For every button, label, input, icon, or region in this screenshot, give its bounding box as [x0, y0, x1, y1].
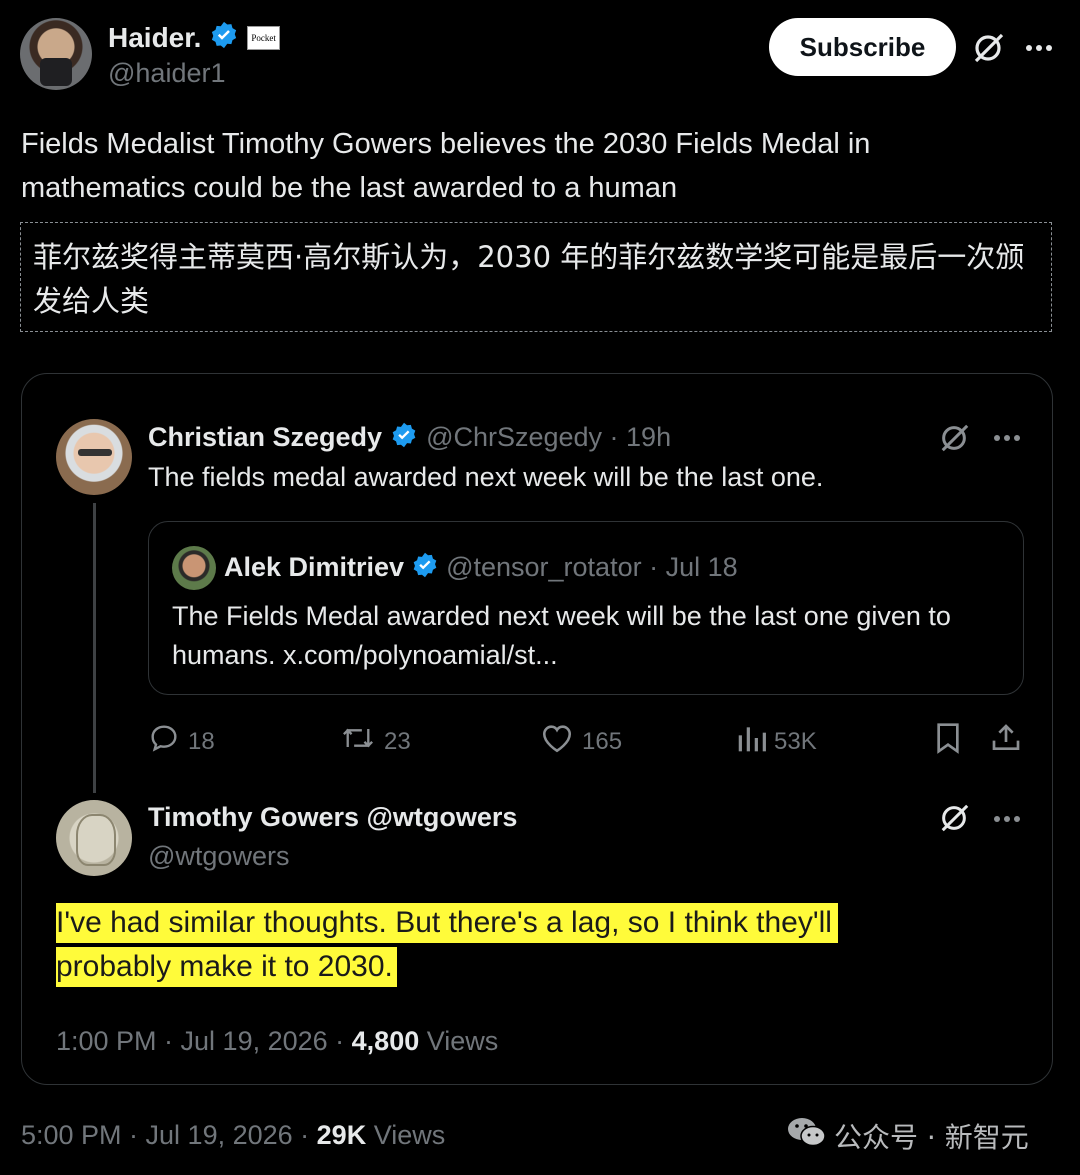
subscribe-button[interactable]: Subscribe [769, 18, 956, 76]
christian-avatar[interactable] [56, 419, 132, 495]
pocket-badge: Pocket [247, 25, 280, 50]
author-avatar[interactable] [20, 18, 92, 90]
gowers-avatar[interactable] [56, 800, 132, 876]
reply-icon [148, 722, 180, 761]
post-views-count: 29K [316, 1120, 367, 1150]
post-timestamp[interactable]: 5:00 PM · Jul 19, 2026 · [21, 1120, 317, 1150]
views-button[interactable]: 53K [736, 722, 817, 761]
gowers-timestamp[interactable]: 1:00 PM · Jul 19, 2026 · [56, 1026, 352, 1056]
alek-handle-time[interactable]: @tensor_rotator · Jul 18 [446, 552, 738, 583]
christian-tweet-text: The fields medal awarded next week will … [148, 462, 824, 492]
alek-tweet-text: The Fields Medal awarded next week will … [172, 601, 951, 670]
grok-icon[interactable] [938, 422, 970, 454]
translated-text: 菲尔兹奖得主蒂莫西·高尔斯认为，2030 年的菲尔兹数学奖可能是最后一次颁发给人… [33, 240, 1025, 318]
verified-badge-icon [390, 421, 418, 454]
reply-count: 18 [188, 727, 215, 755]
gowers-name[interactable]: Timothy Gowers @wtgowers [148, 802, 517, 833]
gowers-tweet-line2: probably make it to 2030. [56, 947, 397, 987]
author-name[interactable]: Haider. [108, 22, 201, 54]
alek-name[interactable]: Alek Dimitriev [224, 552, 404, 583]
like-count: 165 [582, 727, 623, 755]
christian-name[interactable]: Christian Szegedy [148, 422, 382, 453]
watermark-text: 公众号 · 新智元 [834, 1121, 1029, 1154]
subscribe-label: Subscribe [799, 31, 926, 62]
share-icon[interactable] [990, 722, 1022, 754]
heart-icon [540, 722, 574, 761]
reply-button[interactable]: 18 [148, 722, 215, 761]
repost-icon [340, 722, 376, 761]
more-options-icon[interactable] [993, 434, 1021, 442]
christian-handle-time[interactable]: @ChrSzegedy · 19h [426, 422, 671, 453]
alek-avatar[interactable] [172, 546, 216, 590]
like-button[interactable]: 165 [540, 722, 622, 761]
repost-count: 23 [384, 727, 411, 755]
analytics-icon [736, 722, 766, 761]
more-options-icon[interactable] [993, 815, 1021, 823]
gowers-views-count: 4,800 [351, 1026, 420, 1056]
verified-badge-icon [209, 20, 239, 55]
author-handle[interactable]: @haider1 [108, 58, 225, 89]
repost-button[interactable]: 23 [340, 722, 411, 761]
thread-line [93, 503, 96, 793]
grok-icon[interactable] [971, 31, 1005, 65]
gowers-views-label: Views [419, 1026, 499, 1056]
wechat-icon [786, 1114, 828, 1155]
gowers-tweet-line1: I've had similar thoughts. But there's a… [56, 903, 838, 943]
verified-badge-icon [411, 551, 439, 584]
post-text: Fields Medalist Timothy Gowers believes … [21, 128, 871, 204]
more-options-icon[interactable] [1025, 44, 1053, 52]
bookmark-icon[interactable] [934, 722, 962, 754]
grok-icon[interactable] [938, 802, 970, 834]
gowers-handle[interactable]: @wtgowers [148, 841, 289, 872]
views-count: 53K [774, 727, 817, 755]
post-views-label: Views [366, 1120, 446, 1150]
